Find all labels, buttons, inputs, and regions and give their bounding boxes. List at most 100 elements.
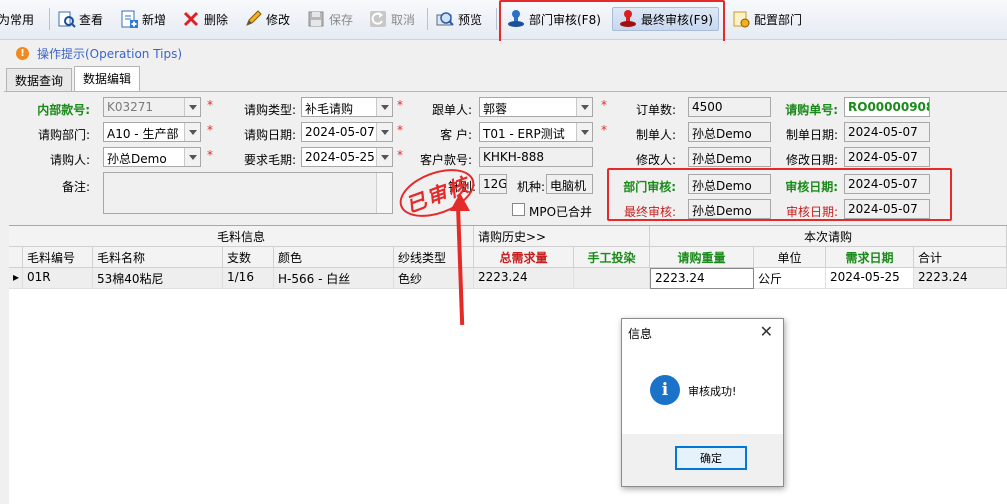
internal-no-value: K03271 bbox=[107, 100, 154, 114]
remark-scrollbar[interactable] bbox=[376, 173, 392, 213]
pencil-icon bbox=[243, 9, 263, 29]
column-header-unit[interactable]: 单位 bbox=[754, 247, 826, 268]
audit-highlight-box bbox=[607, 168, 952, 221]
cell-yarn-code[interactable]: 01R bbox=[23, 268, 93, 289]
info-dialog: 信息 ✕ i 审核成功! 确定 bbox=[621, 318, 784, 487]
required-mark: * bbox=[397, 148, 403, 162]
config-dept-button[interactable]: 配置部门 bbox=[731, 7, 802, 31]
column-header-yarn-name[interactable]: 毛料名称 bbox=[93, 247, 223, 268]
required-mark: * bbox=[207, 123, 213, 137]
required-mark: * bbox=[601, 98, 607, 112]
column-header-color[interactable]: 颜色 bbox=[274, 247, 394, 268]
gauge-value: 12G bbox=[483, 177, 507, 191]
customer-style-value: KHKH-888 bbox=[483, 150, 545, 164]
column-header-demand-date[interactable]: 需求日期 bbox=[826, 247, 914, 268]
chevron-down-icon[interactable] bbox=[184, 148, 200, 166]
cell-count[interactable]: 1/16 bbox=[223, 268, 274, 289]
purchase-dept-label: 请购部门: bbox=[37, 128, 90, 142]
group-header-history[interactable]: 请购历史>> bbox=[474, 226, 650, 247]
view-icon bbox=[56, 9, 76, 29]
follower-value: 郭蓉 bbox=[483, 102, 508, 116]
row-header-corner bbox=[9, 247, 23, 268]
chevron-down-icon[interactable] bbox=[576, 123, 592, 141]
internal-no-field[interactable]: K03271 bbox=[103, 97, 201, 117]
info-icon: i bbox=[650, 375, 680, 405]
required-mark: * bbox=[207, 98, 213, 112]
modify-date-field[interactable]: 2024-05-07 bbox=[844, 147, 930, 167]
required-date-picker[interactable]: 2024-05-25 bbox=[301, 147, 393, 167]
customer-style-field[interactable]: KHKH-888 bbox=[479, 147, 593, 167]
toolbar-separator bbox=[49, 8, 50, 30]
mpo-merged-checkbox[interactable] bbox=[512, 203, 525, 216]
column-header-total[interactable]: 合计 bbox=[914, 247, 1007, 268]
preview-button[interactable]: 预览 bbox=[435, 7, 482, 31]
chevron-down-icon[interactable] bbox=[576, 98, 592, 116]
column-header-manual-input[interactable]: 手工投染 bbox=[574, 247, 650, 268]
cell-yarn-name[interactable]: 53棉40粘尼 bbox=[93, 268, 223, 289]
create-date-field[interactable]: 2024-05-07 bbox=[844, 122, 930, 142]
cell-purchase-weight[interactable]: 2223.24 bbox=[650, 268, 754, 289]
save-button[interactable]: 保存 bbox=[306, 7, 353, 31]
purchase-type-value: 补毛请购 bbox=[305, 102, 354, 116]
chevron-down-icon[interactable] bbox=[184, 98, 200, 116]
add-button[interactable]: 新增 bbox=[119, 7, 166, 31]
preview-icon bbox=[435, 9, 455, 29]
group-header-yarn-info: 毛料信息 bbox=[9, 226, 474, 247]
machine-field[interactable]: 电脑机 bbox=[546, 174, 593, 194]
view-button[interactable]: 查看 bbox=[56, 7, 103, 31]
cell-total[interactable]: 2223.24 bbox=[914, 268, 1007, 289]
column-header-purchase-weight[interactable]: 请购重量 bbox=[650, 247, 754, 268]
column-header-total-demand[interactable]: 总需求量 bbox=[474, 247, 574, 268]
customer-value: T01 - ERP测试 bbox=[483, 127, 565, 141]
follower-select[interactable]: 郭蓉 bbox=[479, 97, 593, 117]
chevron-down-icon[interactable] bbox=[376, 123, 392, 141]
internal-no-label: 内部款号: bbox=[37, 103, 90, 117]
creator-field[interactable]: 孙总Demo bbox=[688, 122, 771, 142]
set-common-button[interactable]: 设为常用 bbox=[0, 7, 34, 31]
warning-icon: ! bbox=[16, 46, 29, 60]
dialog-footer: 确定 bbox=[622, 434, 783, 486]
operation-tips[interactable]: ! 操作提示(Operation Tips) bbox=[0, 41, 1007, 65]
order-qty-field[interactable]: 4500 bbox=[688, 97, 771, 117]
chevron-down-icon[interactable] bbox=[184, 123, 200, 141]
close-icon[interactable]: ✕ bbox=[760, 322, 773, 341]
cell-demand-date[interactable]: 2024-05-25 bbox=[826, 268, 914, 289]
tab-data-edit[interactable]: 数据编辑 bbox=[74, 66, 141, 91]
cell-total-demand[interactable]: 2223.24 bbox=[474, 268, 574, 289]
required-mark: * bbox=[207, 148, 213, 162]
annotation-arrow-head bbox=[450, 193, 470, 211]
purchase-no-field[interactable]: RO000009089 bbox=[844, 97, 930, 117]
customer-select[interactable]: T01 - ERP测试 bbox=[479, 122, 593, 142]
purchase-no-label: 请购单号: bbox=[785, 103, 838, 117]
save-icon bbox=[306, 9, 326, 29]
purchase-dept-select[interactable]: A10 - 生产部 bbox=[103, 122, 201, 142]
cell-unit[interactable]: 公斤 bbox=[754, 268, 826, 289]
remark-textarea[interactable] bbox=[103, 172, 393, 214]
create-date-label: 制单日期: bbox=[785, 128, 838, 142]
required-date-value: 2024-05-25 bbox=[305, 150, 375, 164]
purchase-date-value: 2024-05-07 bbox=[305, 125, 375, 139]
requester-select[interactable]: 孙总Demo bbox=[103, 147, 201, 167]
add-icon bbox=[119, 9, 139, 29]
delete-icon bbox=[181, 9, 201, 29]
ok-button[interactable]: 确定 bbox=[675, 446, 747, 470]
tab-data-query[interactable]: 数据查询 bbox=[6, 68, 73, 91]
modifier-field[interactable]: 孙总Demo bbox=[688, 147, 771, 167]
required-mark: * bbox=[397, 98, 403, 112]
cancel-button[interactable]: 取消 bbox=[368, 7, 415, 31]
purchase-type-select[interactable]: 补毛请购 bbox=[301, 97, 393, 117]
create-date-value: 2024-05-07 bbox=[848, 125, 918, 139]
column-header-yarn-code[interactable]: 毛料编号 bbox=[23, 247, 93, 268]
modify-date-label: 修改日期: bbox=[785, 153, 838, 167]
edit-button[interactable]: 修改 bbox=[243, 7, 290, 31]
chevron-down-icon[interactable] bbox=[376, 98, 392, 116]
purchase-date-picker[interactable]: 2024-05-07 bbox=[301, 122, 393, 142]
cell-manual-input[interactable] bbox=[574, 268, 650, 289]
delete-button[interactable]: 删除 bbox=[181, 7, 228, 31]
column-header-count[interactable]: 支数 bbox=[223, 247, 274, 268]
cell-color[interactable]: H-566 - 白丝 bbox=[274, 268, 394, 289]
chevron-down-icon[interactable] bbox=[376, 148, 392, 166]
follower-label: 跟单人: bbox=[431, 103, 472, 117]
toolbar-separator bbox=[427, 8, 428, 30]
gauge-field[interactable]: 12G bbox=[479, 174, 507, 194]
